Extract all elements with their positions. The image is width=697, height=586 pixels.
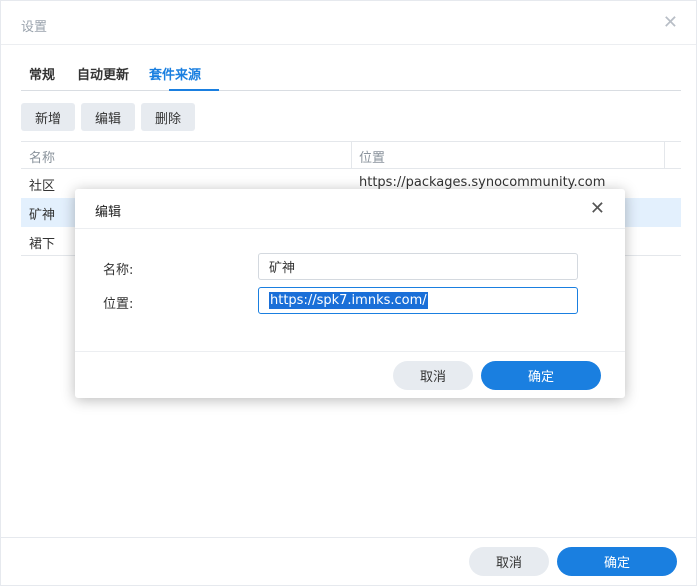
column-header-location[interactable]: 位置 bbox=[359, 147, 385, 166]
cancel-button[interactable]: 取消 bbox=[469, 547, 549, 576]
dialog-title: 编辑 bbox=[95, 205, 122, 220]
window-title: 设置 bbox=[21, 20, 48, 35]
row-name: 裙下 bbox=[29, 237, 56, 252]
dialog-cancel-button[interactable]: 取消 bbox=[393, 361, 473, 390]
table-header: 名称 位置 bbox=[21, 141, 681, 169]
delete-button[interactable]: 删除 bbox=[141, 103, 195, 131]
location-label: 位置: bbox=[103, 297, 134, 312]
name-field-value: 矿神 bbox=[269, 261, 296, 276]
location-field[interactable]: https://spk7.imnks.com/ bbox=[258, 287, 578, 314]
edit-button[interactable]: 编辑 bbox=[81, 103, 135, 131]
dialog-confirm-button[interactable]: 确定 bbox=[481, 361, 601, 390]
row-name: 社区 bbox=[29, 179, 56, 194]
edit-dialog: 编辑 ✕ 名称: 矿神 位置: https://spk7.imnks.com/ … bbox=[75, 189, 625, 398]
add-button[interactable]: 新增 bbox=[21, 103, 75, 131]
row-location: https://packages.synocommunity.com bbox=[359, 175, 606, 190]
column-divider[interactable] bbox=[351, 142, 352, 168]
name-field[interactable]: 矿神 bbox=[258, 253, 578, 280]
tab-package-sources[interactable]: 套件来源 bbox=[149, 64, 201, 83]
location-field-value: https://spk7.imnks.com/ bbox=[269, 292, 428, 309]
tab-auto-update[interactable]: 自动更新 bbox=[77, 64, 129, 83]
footer-divider bbox=[1, 537, 696, 538]
confirm-button[interactable]: 确定 bbox=[557, 547, 677, 576]
close-icon[interactable]: ✕ bbox=[663, 14, 678, 32]
tab-bar: 常规 自动更新 套件来源 bbox=[21, 61, 681, 91]
dialog-header: 编辑 ✕ bbox=[75, 189, 625, 229]
column-divider[interactable] bbox=[664, 142, 665, 168]
row-name: 矿神 bbox=[29, 208, 56, 223]
tab-general[interactable]: 常规 bbox=[29, 64, 55, 83]
dialog-footer-divider bbox=[75, 351, 625, 352]
column-header-name[interactable]: 名称 bbox=[29, 147, 55, 166]
title-bar: 设置 ✕ bbox=[1, 1, 696, 45]
name-label: 名称: bbox=[103, 263, 134, 278]
close-icon[interactable]: ✕ bbox=[590, 198, 605, 219]
active-tab-indicator bbox=[169, 89, 219, 91]
